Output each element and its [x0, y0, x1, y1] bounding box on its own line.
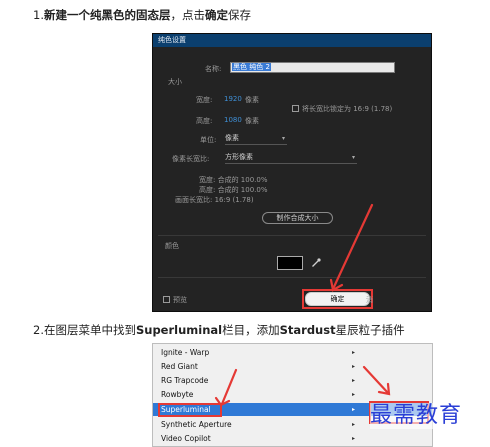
arrow-to-ok — [331, 203, 374, 291]
arrow-to-superluminal — [220, 368, 238, 406]
arrow-to-submenu — [362, 365, 390, 395]
annotation-arrows — [214, 203, 391, 407]
